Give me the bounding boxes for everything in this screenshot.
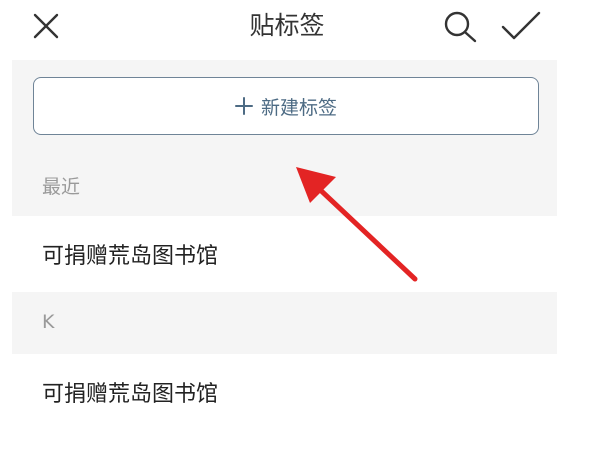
new-tag-button[interactable]: 新建标签 — [33, 77, 539, 135]
search-icon[interactable] — [442, 10, 478, 44]
tag-label: 可捐赠荒岛图书馆 — [42, 244, 219, 269]
check-icon[interactable] — [500, 10, 542, 42]
page-title: 贴标签 — [249, 11, 325, 40]
section-header-k: K — [42, 311, 55, 333]
top-bar: 贴标签 — [0, 0, 591, 52]
tag-list-item[interactable]: 可捐赠荒岛图书馆 — [12, 354, 557, 430]
k-section-background — [12, 292, 557, 354]
plus-icon — [234, 97, 253, 115]
new-tag-label: 新建标签 — [260, 96, 337, 119]
tag-list-item[interactable]: 可捐赠荒岛图书馆 — [12, 216, 557, 292]
tag-label: 可捐赠荒岛图书馆 — [42, 382, 219, 407]
section-header-recent: 最近 — [42, 176, 81, 198]
